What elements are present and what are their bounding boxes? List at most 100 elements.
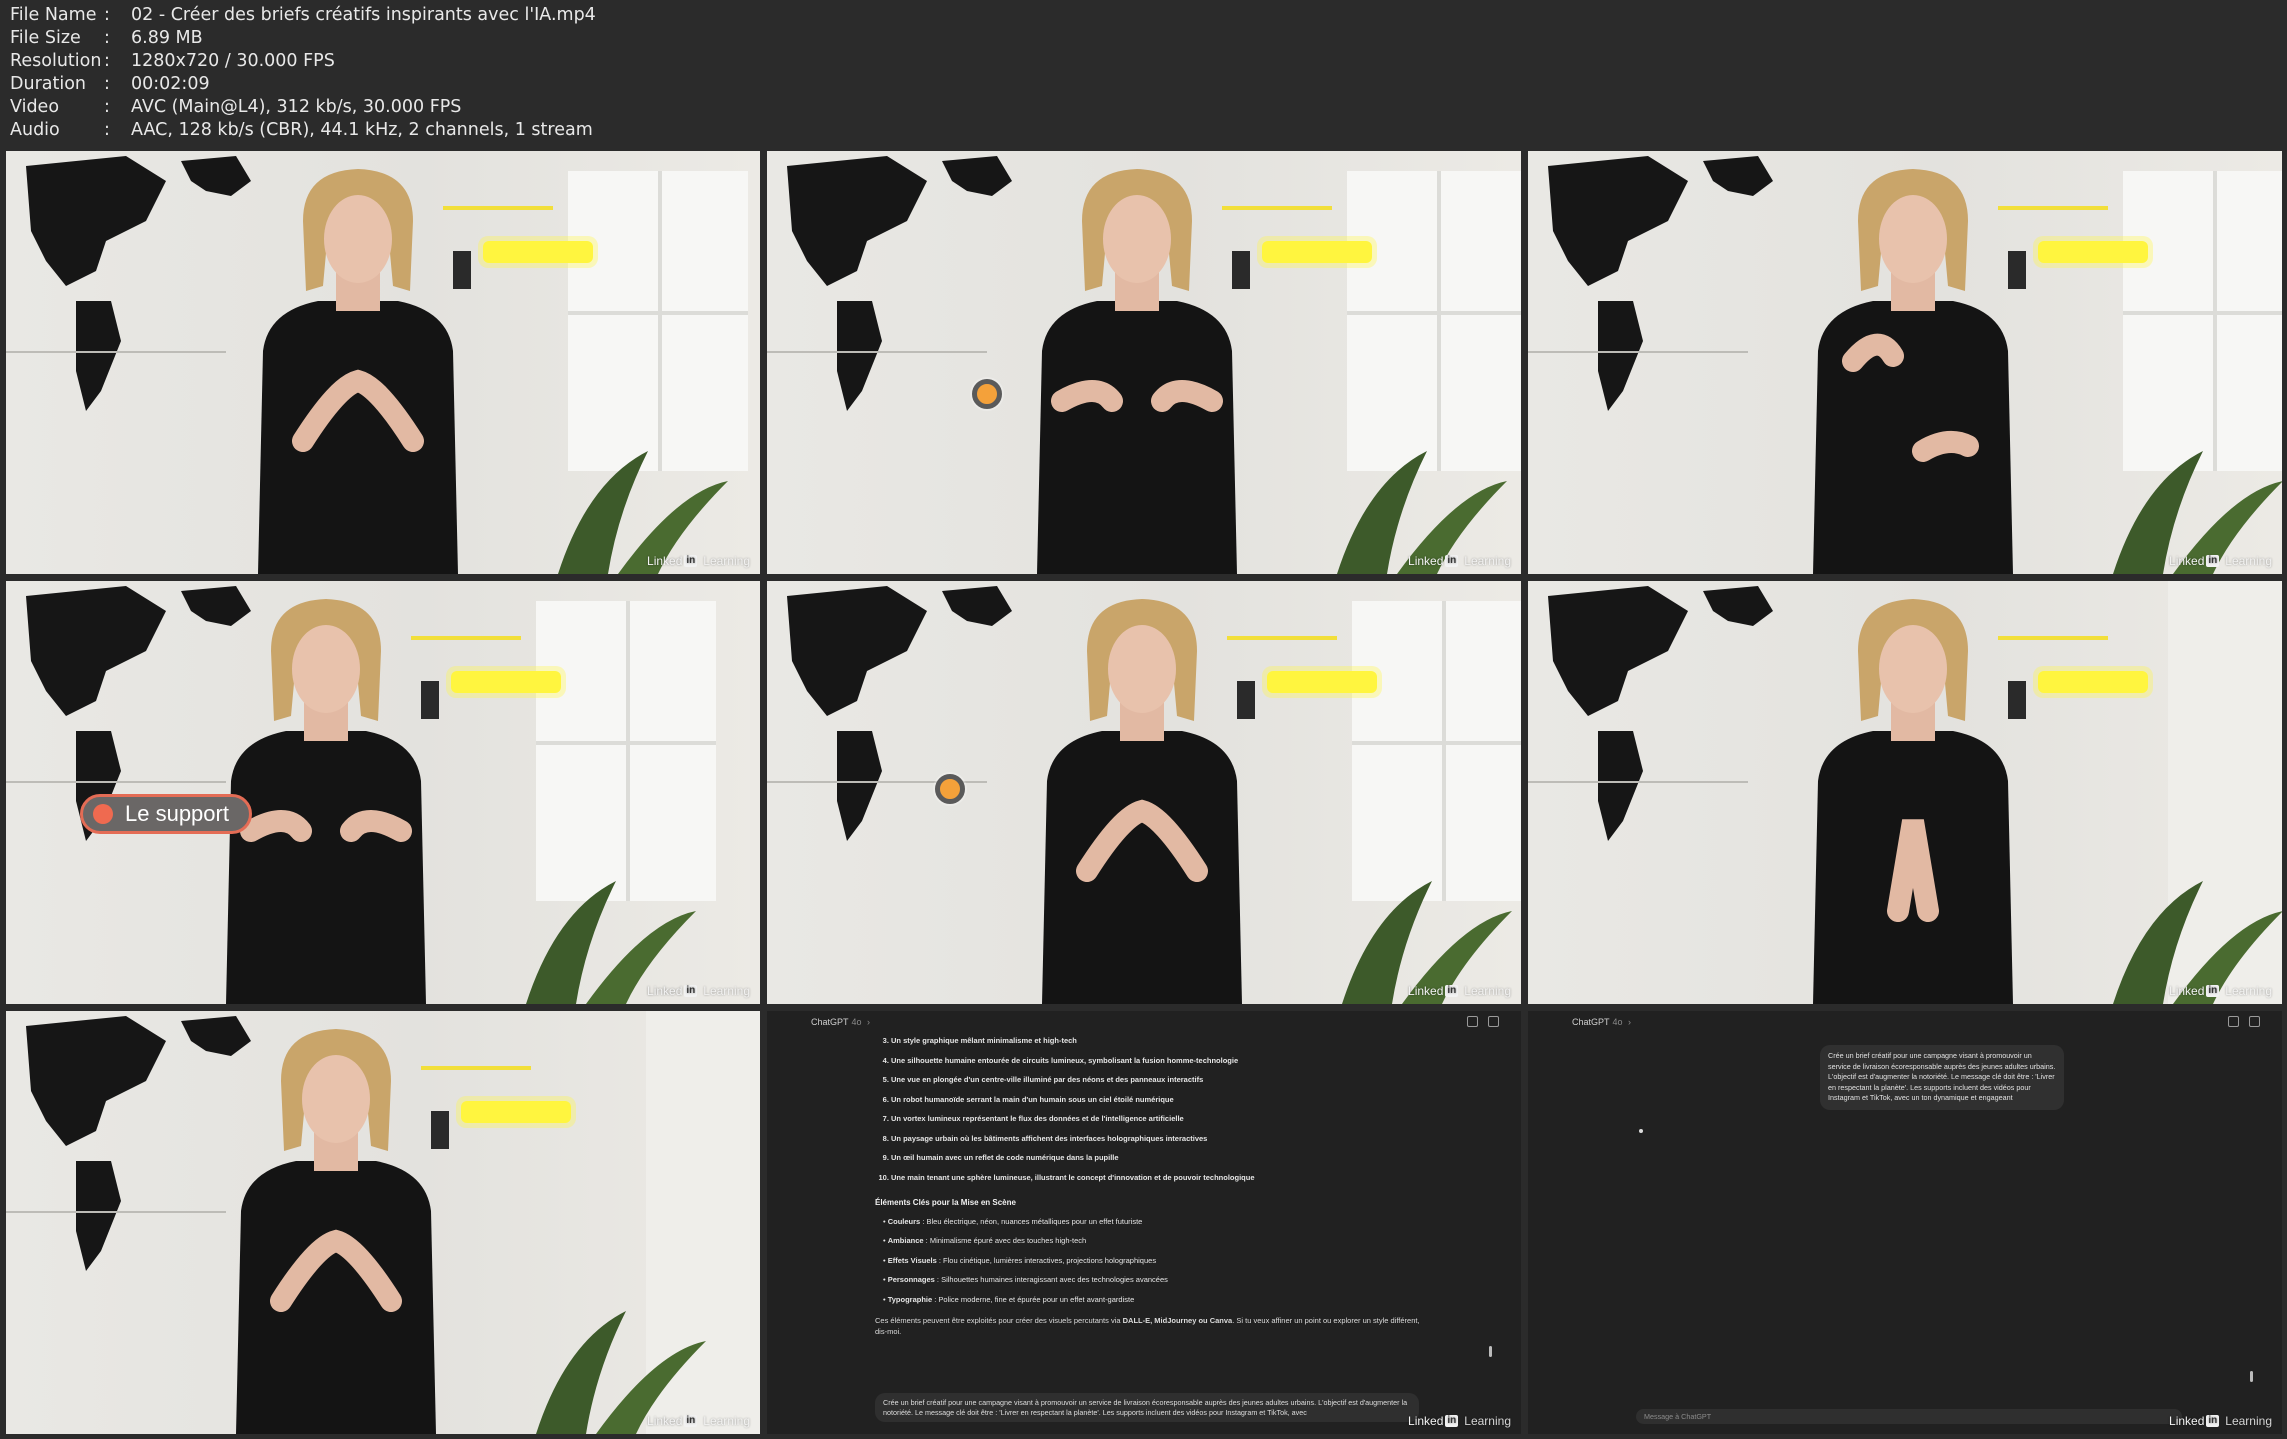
presenter-scene: Linked in Learning xyxy=(767,581,1521,1004)
idea-item: Une main tenant une sphère lumineuse, il… xyxy=(891,1172,1420,1183)
presenter-illustration xyxy=(767,156,1521,574)
thumbnail-grid: Linked in Learning Linked in Learning Li… xyxy=(6,151,2282,1434)
scrollbar-thumb[interactable] xyxy=(2250,1371,2253,1382)
linkedin-logo-icon: in xyxy=(2206,555,2220,567)
linkedin-logo-icon: in xyxy=(1445,985,1459,997)
pointer-dot-icon xyxy=(972,379,1002,409)
share-icon[interactable] xyxy=(1467,1016,1478,1027)
linkedin-logo-icon: in xyxy=(2206,1415,2220,1427)
presenter-scene: Linked in Learning xyxy=(6,581,760,1004)
linkedin-learning-watermark: Linked in Learning xyxy=(647,984,750,998)
key-elements-list: Couleurs : Bleu électrique, néon, nuance… xyxy=(875,1216,1420,1305)
video-frame-8: ChatGPT4o › Un style graphique mêlant mi… xyxy=(767,1011,1521,1434)
presenter-scene: Linked in Learning xyxy=(767,151,1521,574)
linkedin-logo-icon: in xyxy=(684,1415,698,1427)
meta-key: Video xyxy=(10,97,60,117)
meta-sep: : xyxy=(104,74,110,94)
key-element-item: Effets Visuels : Flou cinétique, lumière… xyxy=(883,1255,1420,1266)
meta-val: AAC, 128 kb/s (CBR), 44.1 kHz, 2 channel… xyxy=(131,120,593,140)
model-label: 4o xyxy=(851,1017,862,1027)
key-element-item: Typographie : Police moderne, fine et ép… xyxy=(883,1294,1420,1305)
idea-item: Un style graphique mêlant minimalisme et… xyxy=(891,1035,1420,1046)
meta-sep: : xyxy=(104,28,110,48)
video-frame-6: Linked in Learning xyxy=(1528,581,2282,1004)
meta-key: Audio xyxy=(10,120,60,140)
meta-val: AVC (Main@L4), 312 kb/s, 30.000 FPS xyxy=(131,97,462,117)
presenter-scene: Linked in Learning xyxy=(1528,581,2282,1004)
presenter-illustration xyxy=(1528,156,2282,574)
record-dot-icon xyxy=(93,804,113,824)
meta-val: 6.89 MB xyxy=(131,28,203,48)
key-element-item: Couleurs : Bleu électrique, néon, nuance… xyxy=(883,1216,1420,1227)
linkedin-logo-icon: in xyxy=(684,985,698,997)
message-composer[interactable]: Crée un brief créatif pour une campagne … xyxy=(875,1393,1419,1422)
chatgpt-model-selector[interactable]: ChatGPT 4o › xyxy=(1572,1017,1631,1027)
linkedin-learning-watermark: Linked in Learning xyxy=(2169,984,2272,998)
idea-item: Un paysage urbain où les bâtiments affic… xyxy=(891,1133,1420,1144)
presenter-illustration xyxy=(6,156,748,574)
meta-row: Resolution: 1280x720 / 30.000 FPS xyxy=(10,50,596,73)
linkedin-logo-icon: in xyxy=(1445,1415,1459,1427)
idea-item: Un robot humanoïde serrant la main d'un … xyxy=(891,1094,1420,1105)
video-frame-7: Linked in Learning xyxy=(6,1011,760,1434)
meta-key: File Size xyxy=(10,28,81,48)
user-message: Crée un brief créatif pour une campagne … xyxy=(1820,1045,2064,1110)
linkedin-logo-icon: in xyxy=(2206,985,2220,997)
chatgpt-title: ChatGPT xyxy=(1572,1017,1610,1027)
idea-item: Un vortex lumineux représentant le flux … xyxy=(891,1113,1420,1124)
model-label: 4o xyxy=(1612,1017,1623,1027)
meta-val: 00:02:09 xyxy=(131,74,210,94)
linkedin-learning-watermark: Linked in Learning xyxy=(1408,984,1511,998)
chatgpt-model-selector[interactable]: ChatGPT 4o › xyxy=(811,1017,870,1027)
linkedin-logo-icon: in xyxy=(1445,555,1459,567)
linkedin-learning-watermark: Linked in Learning xyxy=(2169,1414,2272,1428)
chatgpt-window: ChatGPT 4o › Crée un brief créatif pour u… xyxy=(1528,1011,2282,1434)
meta-sep: : xyxy=(104,120,110,140)
chatgpt-title: ChatGPT xyxy=(811,1017,849,1027)
meta-row: Audio: AAC, 128 kb/s (CBR), 44.1 kHz, 2 c… xyxy=(10,119,596,142)
video-frame-4: Linked in Learning Le support xyxy=(6,581,760,1004)
meta-val: 02 - Créer des briefs créatifs inspirant… xyxy=(131,5,596,25)
new-chat-icon[interactable] xyxy=(1488,1016,1499,1027)
key-element-item: Personnages : Silhouettes humaines inter… xyxy=(883,1274,1420,1285)
video-frame-5: Linked in Learning xyxy=(767,581,1521,1004)
chat-toolbar xyxy=(1467,1016,1499,1027)
chatgpt-window: ChatGPT4o › Un style graphique mêlant mi… xyxy=(767,1011,1521,1434)
meta-row: Duration: 00:02:09 xyxy=(10,73,596,96)
presenter-scene: Linked in Learning xyxy=(1528,151,2282,574)
presenter-illustration xyxy=(767,586,1521,1004)
meta-val: 1280x720 / 30.000 FPS xyxy=(131,51,335,71)
meta-sep: : xyxy=(104,5,110,25)
idea-item: Une silhouette humaine entourée de circu… xyxy=(891,1055,1420,1066)
new-chat-icon[interactable] xyxy=(2249,1016,2260,1027)
meta-row: Video: AVC (Main@L4), 312 kb/s, 30.000 FP… xyxy=(10,96,596,119)
video-frame-9: ChatGPT 4o › Crée un brief créatif pour u… xyxy=(1528,1011,2282,1434)
presenter-illustration xyxy=(6,586,716,1004)
closing-paragraph: Ces éléments peuvent être exploités pour… xyxy=(875,1315,1420,1336)
file-metadata: File Name: 02 - Créer des briefs créatifs… xyxy=(10,4,596,142)
idea-item: Un œil humain avec un reflet de code num… xyxy=(891,1152,1420,1163)
linkedin-learning-watermark: Linked in Learning xyxy=(647,554,750,568)
assistant-response: Un style graphique mêlant minimalisme et… xyxy=(875,1035,1420,1337)
meta-sep: : xyxy=(104,51,110,71)
linkedin-learning-watermark: Linked in Learning xyxy=(647,1414,750,1428)
pointer-dot-icon xyxy=(935,774,965,804)
linkedin-learning-watermark: Linked in Learning xyxy=(2169,554,2272,568)
video-frame-3: Linked in Learning xyxy=(1528,151,2282,574)
meta-key: Resolution xyxy=(10,51,102,71)
linkedin-learning-watermark: Linked in Learning xyxy=(1408,1414,1511,1428)
scrollbar-thumb[interactable] xyxy=(1489,1346,1492,1357)
message-input[interactable]: Message à ChatGPT xyxy=(1636,1409,2182,1424)
lower-third-label: Le support xyxy=(125,801,229,826)
meta-key: Duration xyxy=(10,74,87,94)
lower-third-pill: Le support xyxy=(80,794,252,834)
chat-toolbar xyxy=(2228,1016,2260,1027)
linkedin-logo-icon: in xyxy=(684,555,698,567)
presenter-illustration xyxy=(6,1011,760,1434)
meta-sep: : xyxy=(104,97,110,117)
section-title: Éléments Clés pour la Mise en Scène xyxy=(875,1197,1016,1207)
presenter-illustration xyxy=(1528,581,2282,1004)
meta-row: File Size: 6.89 MB xyxy=(10,27,596,50)
idea-item: Une vue en plongée d'un centre-ville ill… xyxy=(891,1074,1420,1085)
share-icon[interactable] xyxy=(2228,1016,2239,1027)
